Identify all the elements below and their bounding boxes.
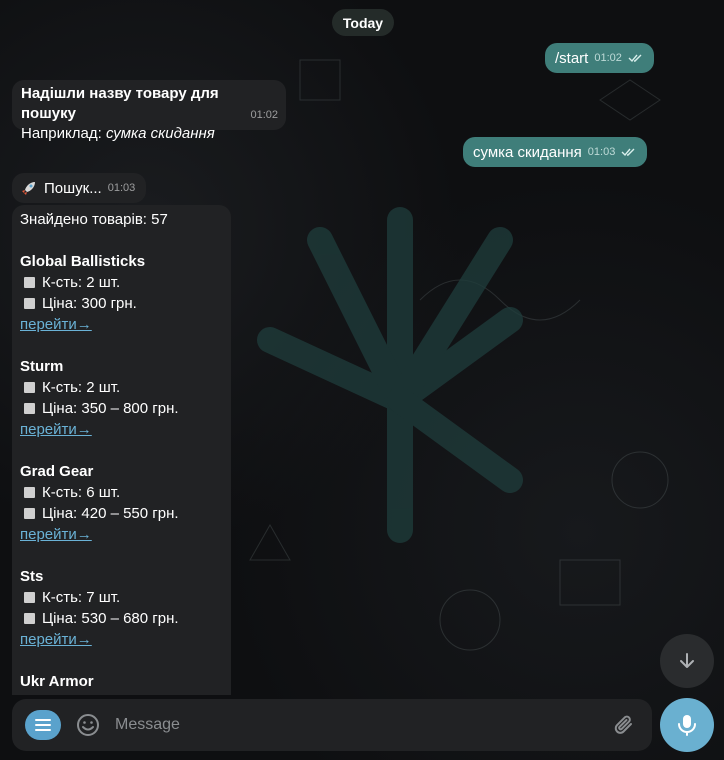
product-link[interactable]: перейти→: [20, 631, 92, 648]
product-item: Grad Gear К-сть: 6 шт. Ціна: 420 – 550 г…: [20, 461, 223, 545]
product-item: Global Ballisticks К-сть: 2 шт. Ціна: 30…: [20, 251, 223, 335]
product-name: Sturm: [20, 358, 64, 375]
bullet-icon: [24, 487, 35, 498]
double-check-icon: [621, 148, 635, 157]
message-time: 01:02: [594, 52, 622, 64]
microphone-icon: [678, 715, 696, 736]
product-quantity: К-сть: 7 шт.: [42, 589, 121, 606]
bullet-icon: [24, 298, 35, 309]
bullet-icon: [24, 382, 35, 393]
product-price: Ціна: 530 – 680 грн.: [42, 610, 179, 627]
results-count: Знайдено товарів: 57: [20, 211, 168, 228]
bot-menu-button[interactable]: [25, 710, 61, 740]
example-text: сумка скидання: [105, 125, 215, 142]
incoming-message-searching[interactable]: Пошук... 01:03: [12, 173, 146, 203]
rocket-icon: [22, 182, 35, 195]
example-prefix: Наприклад:: [21, 125, 106, 142]
product-item: Sturm К-сть: 2 шт. Ціна: 350 – 800 грн. …: [20, 356, 223, 440]
product-item: Ukr Armor: [20, 671, 223, 692]
trident-emblem: [257, 207, 523, 543]
message-time: 01:02: [250, 109, 278, 121]
product-price: Ціна: 350 – 800 грн.: [42, 400, 179, 417]
emoji-button[interactable]: [75, 712, 101, 738]
message-time: 01:03: [107, 182, 136, 194]
scroll-down-button[interactable]: [660, 634, 714, 688]
product-price: Ціна: 420 – 550 грн.: [42, 505, 179, 522]
product-name: Ukr Armor: [20, 673, 94, 690]
message-text: Надішли назву товару для пошуку: [21, 85, 219, 122]
bullet-icon: [24, 403, 35, 414]
paperclip-icon: [614, 715, 632, 734]
product-name: Sts: [20, 568, 44, 585]
product-link[interactable]: перейти→: [20, 526, 92, 543]
product-price: Ціна: 300 грн.: [42, 295, 137, 312]
message-time: 01:03: [587, 146, 616, 158]
message-text: Пошук...: [44, 179, 102, 197]
outgoing-message-start[interactable]: /start 01:02: [545, 43, 654, 73]
product-link[interactable]: перейти→: [20, 316, 92, 333]
bullet-icon: [24, 277, 35, 288]
product-link[interactable]: перейти→: [20, 421, 92, 438]
incoming-message-prompt[interactable]: Надішли назву товару для пошуку Наприкла…: [12, 80, 286, 142]
message-text: сумка скидання: [473, 143, 582, 161]
message-example: Наприклад: сумка скидання: [21, 124, 277, 144]
product-item: Sts К-сть: 7 шт. Ціна: 530 – 680 грн. пе…: [20, 566, 223, 650]
product-quantity: К-сть: 2 шт.: [42, 379, 121, 396]
date-separator: Today: [332, 9, 394, 36]
double-check-icon: [628, 54, 642, 63]
product-quantity: К-сть: 2 шт.: [42, 274, 121, 291]
incoming-message-results[interactable]: Знайдено товарів: 57 Global Ballisticks …: [12, 205, 231, 695]
bullet-icon: [24, 592, 35, 603]
smiley-icon: [77, 714, 99, 736]
product-name: Global Ballisticks: [20, 253, 146, 270]
bullet-icon: [24, 508, 35, 519]
arrow-down-icon: [680, 653, 694, 668]
attach-button[interactable]: [612, 712, 638, 738]
message-input[interactable]: [115, 716, 612, 734]
outgoing-message-query[interactable]: сумка скидання 01:03: [463, 137, 648, 167]
bullet-icon: [24, 613, 35, 624]
message-composer: [12, 699, 652, 751]
voice-record-button[interactable]: [660, 698, 714, 752]
menu-icon: [35, 719, 51, 731]
message-text: /start: [555, 49, 589, 67]
product-name: Grad Gear: [20, 463, 94, 480]
product-quantity: К-сть: 6 шт.: [42, 484, 121, 501]
